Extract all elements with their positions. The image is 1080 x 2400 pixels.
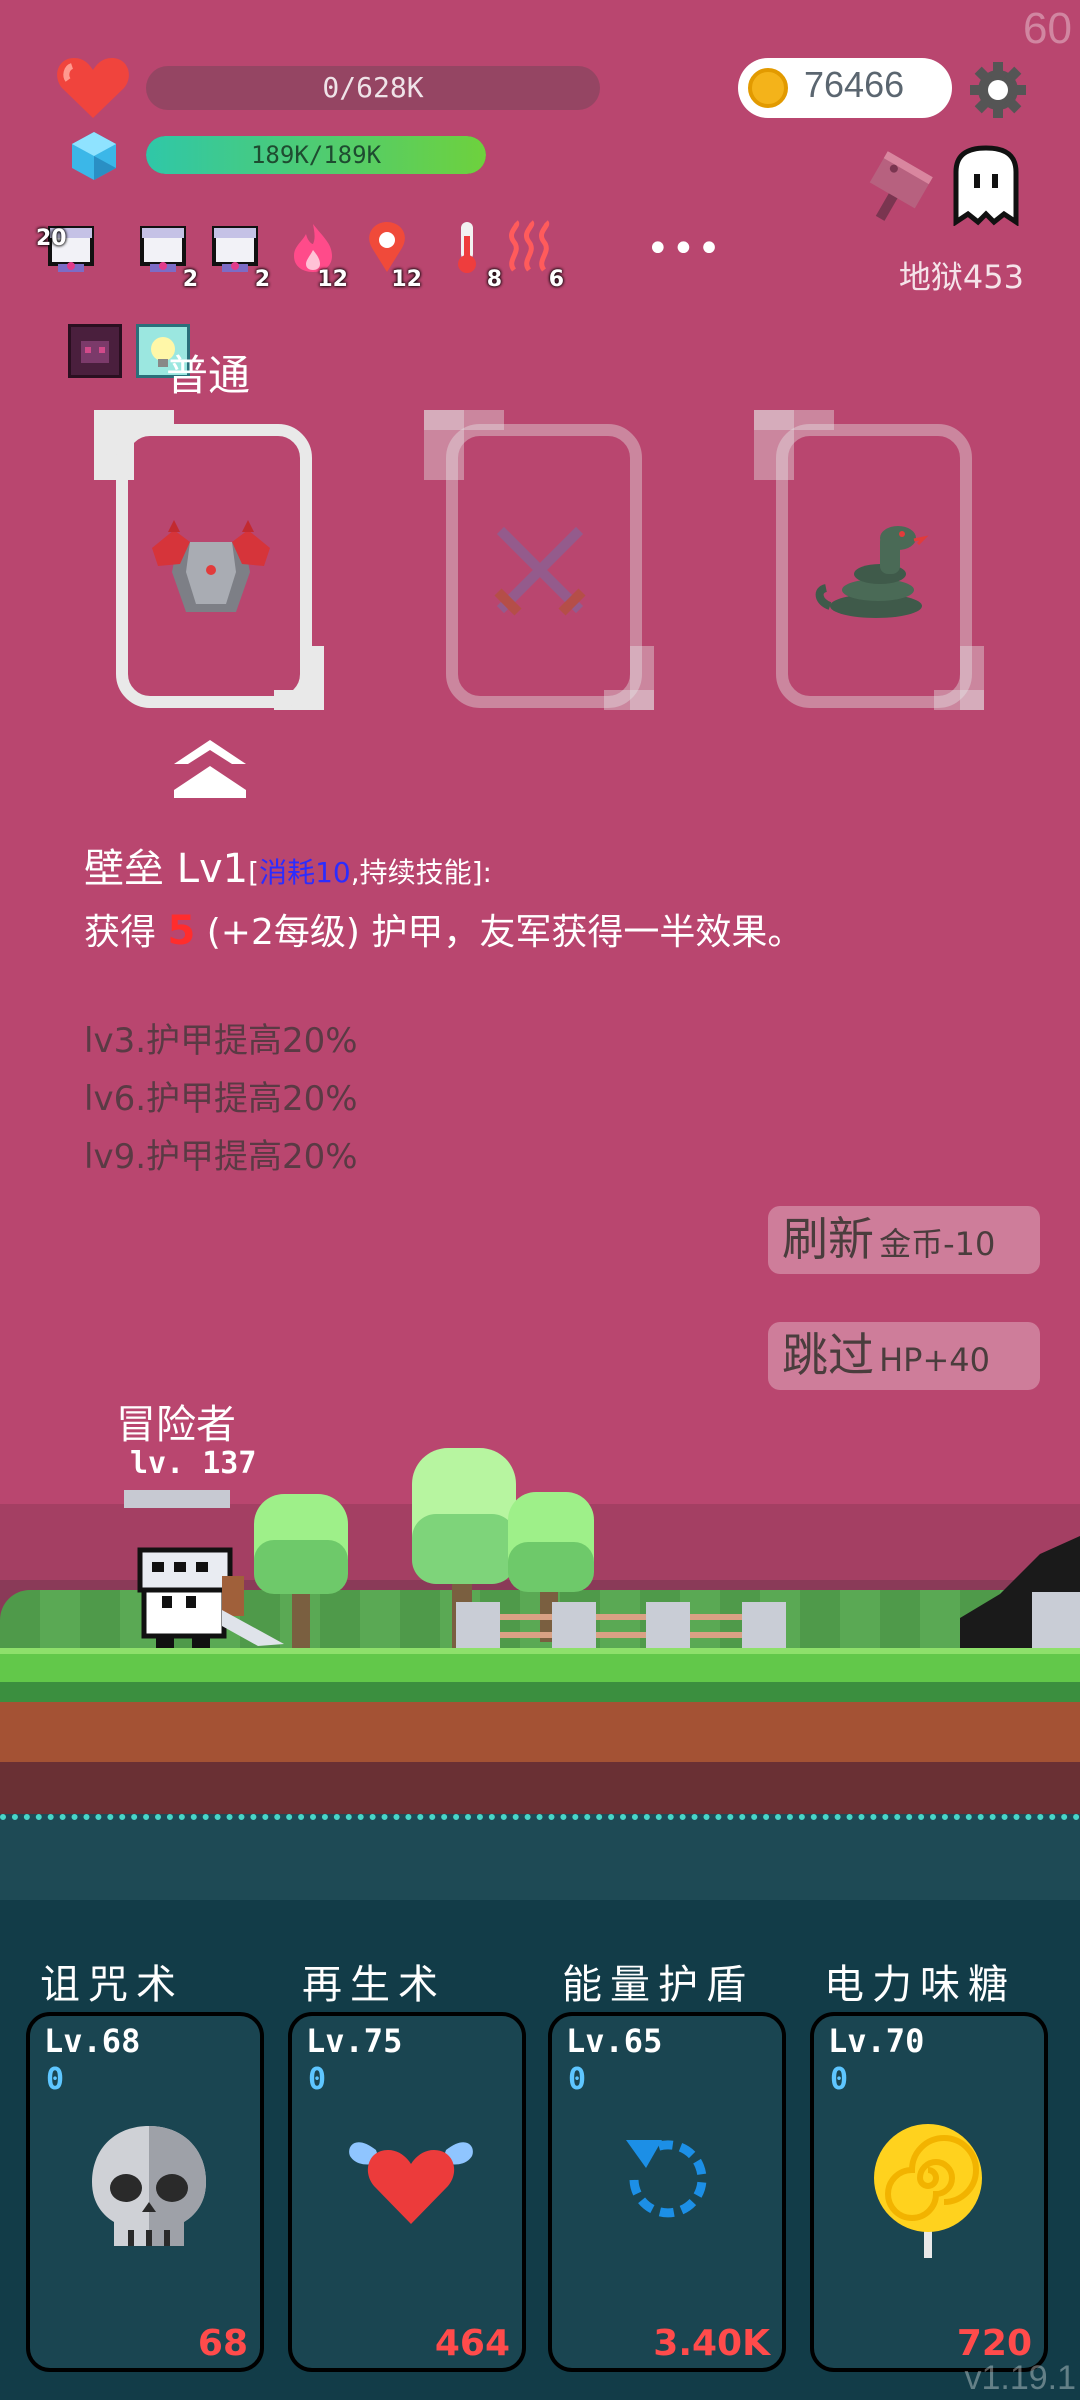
skill-value: 464 xyxy=(434,2323,510,2364)
status-effect-count: 6 xyxy=(548,267,564,292)
rarity-label: 普通 xyxy=(166,351,251,400)
skip-gain: HP+40 xyxy=(879,1341,990,1379)
skull-icon xyxy=(84,2120,214,2260)
skill-value: 720 xyxy=(956,2323,1032,2364)
status-effect-scroll-icon[interactable]: 2 xyxy=(208,220,270,292)
fps-counter: 60 xyxy=(1023,4,1072,53)
ghost-icon[interactable] xyxy=(946,144,1026,227)
skill-title: 再生术 xyxy=(302,1962,446,2008)
skill-level: Lv.75 xyxy=(306,2022,403,2060)
gold-counter[interactable]: 76466 xyxy=(738,58,952,118)
skill-tag: ,持续技能]: xyxy=(350,856,492,889)
choice-card-swords[interactable] xyxy=(424,410,654,710)
water-band xyxy=(0,1814,1080,1904)
crossed-swords-icon xyxy=(492,522,588,618)
status-effect-count: 12 xyxy=(317,267,348,292)
skill-value: 3.40K xyxy=(653,2323,770,2364)
refresh-button[interactable]: 刷新 金币-10 xyxy=(768,1206,1040,1274)
dark-rock xyxy=(960,1536,1080,1650)
hp-text: 0/628K xyxy=(322,71,424,104)
skip-label: 跳过 xyxy=(782,1328,874,1382)
status-effect-count: 12 xyxy=(391,267,422,292)
dirt-layer xyxy=(0,1702,1080,1762)
skill-title: 电力味糖 xyxy=(824,1962,1016,2008)
knight-player-icon xyxy=(126,1540,288,1650)
status-effect-location-pin-icon[interactable]: 12 xyxy=(360,220,422,292)
status-effect-scroll-icon[interactable]: 2 xyxy=(136,220,198,292)
mana-text: 189K/189K xyxy=(250,141,382,169)
level-bonus-item: lv3.护甲提高20% xyxy=(84,1021,358,1061)
settings-gear-icon[interactable] xyxy=(966,58,1030,122)
player-level: lv. 137 xyxy=(130,1446,257,1481)
refresh-label: 刷新 xyxy=(782,1212,874,1266)
skip-button[interactable]: 跳过 HP+40 xyxy=(768,1322,1040,1390)
skill-charge: 0 xyxy=(568,2062,587,2097)
demon-buff-icon[interactable] xyxy=(68,324,122,378)
skill-charge: 0 xyxy=(830,2062,849,2097)
heart-icon xyxy=(56,54,130,120)
skill-bracket: [ xyxy=(248,856,260,889)
refresh-arrow-icon xyxy=(606,2120,736,2260)
status-effect-count: 20 xyxy=(36,226,67,251)
cleaver-icon[interactable] xyxy=(858,144,942,228)
skill-effect-line: 获得 5 (+2每级) 护甲，友军获得一半效果。 xyxy=(84,902,803,962)
skill-level: Lv.65 xyxy=(566,2022,663,2060)
version-label: v1.19.1 xyxy=(964,2359,1076,2397)
skill-charge: 0 xyxy=(308,2062,327,2097)
skill-description: 壁垒 Lv1[消耗10,持续技能]: 获得 5 (+2每级) 护甲，友军获得一半… xyxy=(84,840,803,962)
player-name: 冒险者 xyxy=(116,1402,236,1448)
snake-icon xyxy=(810,520,930,620)
status-effect-count: 2 xyxy=(182,267,198,292)
lollipop-icon xyxy=(868,2120,998,2260)
stage-label: 地狱453 xyxy=(898,258,1024,296)
armor-icon xyxy=(150,512,272,624)
fence xyxy=(456,1600,790,1650)
gold-coin-icon xyxy=(748,68,788,108)
skill-value: 68 xyxy=(197,2323,248,2364)
dirt-dark-layer xyxy=(0,1762,1080,1814)
skill-level: Lv.68 xyxy=(44,2022,141,2060)
skill-card-skull[interactable]: Lv.68 0 68 xyxy=(26,2012,264,2372)
skill-charge: 0 xyxy=(46,2062,65,2097)
choice-card-snake[interactable] xyxy=(754,410,984,710)
gold-value: 76466 xyxy=(804,64,905,105)
mana-bar: 189K/189K xyxy=(146,136,486,174)
skill-card-lollipop[interactable]: Lv.70 0 720 xyxy=(810,2012,1048,2372)
skill-title: 壁垒 Lv1 xyxy=(84,846,249,892)
skill-desc-post: (+2每级) 护甲，友军获得一半效果。 xyxy=(195,912,804,953)
hp-bar: 0/628K xyxy=(146,66,600,110)
player-hp-bar xyxy=(124,1490,230,1508)
status-effect-fire-icon[interactable]: 12 xyxy=(286,220,348,292)
skill-level: Lv.70 xyxy=(828,2022,925,2060)
level-bonus-item: lv6.护甲提高20% xyxy=(84,1079,358,1119)
skill-cost: 消耗10 xyxy=(259,856,351,889)
more-effects-button[interactable]: ••• xyxy=(646,226,723,272)
skill-title: 诅咒术 xyxy=(40,1962,184,2008)
skill-desc-pre: 获得 xyxy=(84,912,168,953)
skill-card-winged-heart[interactable]: Lv.75 0 464 xyxy=(288,2012,526,2372)
status-effect-count: 2 xyxy=(254,267,270,292)
status-effect-count: 8 xyxy=(486,267,502,292)
skill-card-refresh-arrow[interactable]: Lv.65 0 3.40K xyxy=(548,2012,786,2372)
selected-chevron-icon xyxy=(174,740,246,800)
grass-shadow xyxy=(0,1682,1080,1702)
skill-level-bonuses: lv3.护甲提高20% lv6.护甲提高20% lv9.护甲提高20% xyxy=(84,1012,358,1186)
skill-desc-number: 5 xyxy=(167,908,196,954)
skill-title: 能量护盾 xyxy=(562,1962,754,2008)
winged-heart-icon xyxy=(346,2120,476,2260)
status-effect-heat-waves-icon[interactable]: 6 xyxy=(502,220,564,292)
grass-strip xyxy=(0,1648,1080,1682)
status-effect-scroll-icon[interactable]: 20 xyxy=(36,220,100,290)
level-bonus-item: lv9.护甲提高20% xyxy=(84,1137,358,1177)
choice-card-armor[interactable] xyxy=(94,410,324,710)
refresh-cost: 金币-10 xyxy=(879,1225,996,1263)
status-effect-thermometer-icon[interactable]: 8 xyxy=(440,220,502,292)
mana-crystal-icon xyxy=(68,130,120,182)
skill-title-line: 壁垒 Lv1[消耗10,持续技能]: xyxy=(84,840,803,902)
